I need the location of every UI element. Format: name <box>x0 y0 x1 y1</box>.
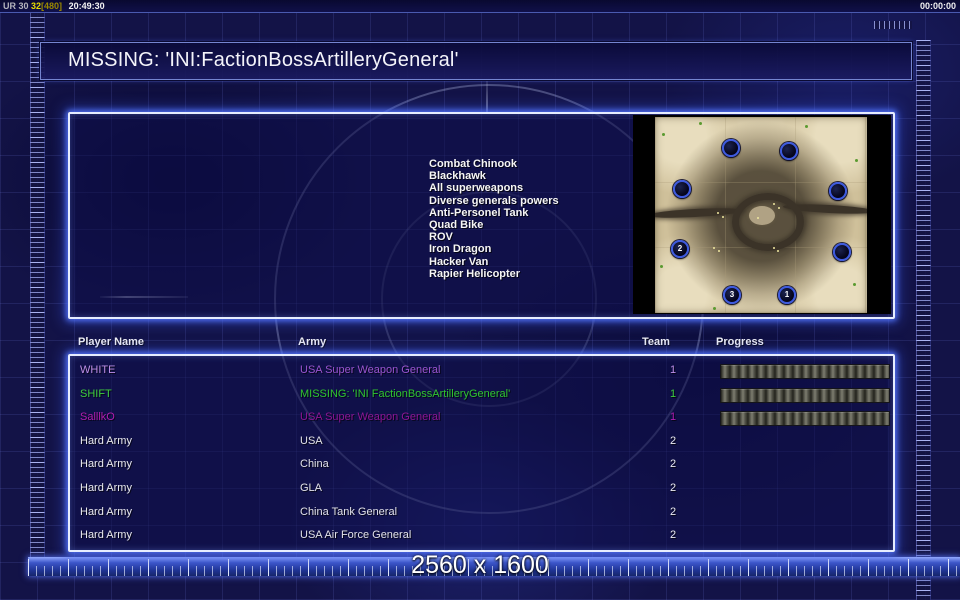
start-spot <box>722 139 740 157</box>
map-resource-dot <box>855 159 858 162</box>
feature-item: All superweapons <box>429 182 524 195</box>
system-clock: 20:49:30 <box>68 1 105 11</box>
minimap: 2 3 1 <box>655 117 867 313</box>
feature-item: Hacker Van <box>429 255 489 268</box>
start-spot: 3 <box>723 286 741 304</box>
column-header-team: Team <box>642 336 670 348</box>
map-resource-dot <box>805 125 808 128</box>
resolution-label: 2560 x 1600 <box>411 551 549 579</box>
progress-bar <box>720 364 890 379</box>
resolution-tag: [480] <box>41 1 63 11</box>
player-name: WHITE <box>80 364 116 376</box>
map-resource-dot <box>699 122 702 125</box>
player-team: 2 <box>669 505 677 518</box>
feature-item: Combat Chinook <box>429 158 517 170</box>
start-spot <box>673 180 691 198</box>
status-bar: UR 30 32[480] 20:49:30 00:00:00 <box>0 0 960 13</box>
loadscreen-title-bar: MISSING: 'INI:FactionBossArtilleryGenera… <box>40 42 912 80</box>
player-row: Hard Army GLA 2 <box>70 477 893 501</box>
column-header-army: Army <box>298 336 327 348</box>
column-header-player-name: Player Name <box>78 336 145 348</box>
map-supply-dot <box>722 216 724 218</box>
player-row: Hard Army China 2 <box>70 453 893 477</box>
player-row: Hard Army USA 2 <box>70 430 893 454</box>
feature-item: Iron Dragon <box>429 243 492 256</box>
progress-bar <box>720 387 890 403</box>
start-spot: 1 <box>778 286 796 304</box>
feature-item: Blackhawk <box>429 170 486 183</box>
player-row: SalllkO USA Super Weapon General 1 <box>70 406 893 430</box>
map-river <box>655 206 744 220</box>
start-spot <box>829 182 847 200</box>
debug-label: UR 30 <box>3 1 29 11</box>
player-row: SHIFT MISSING: 'INI FactionBossArtillery… <box>70 383 893 407</box>
player-row: WHITE USA Super Weapon General 1 <box>70 359 893 383</box>
start-spot <box>780 142 798 160</box>
player-team: 1 <box>669 411 677 424</box>
player-army: USA <box>300 434 323 447</box>
map-resource-dot <box>662 133 665 136</box>
right-ruler-strip <box>916 40 931 600</box>
fps-counter: 32 <box>31 1 42 11</box>
feature-item: ROV <box>429 231 453 244</box>
player-row: Hard Army USA Air Force General 2 <box>70 524 893 548</box>
players-table: WHITE USA Super Weapon General 1 SHIFT M… <box>68 354 895 552</box>
player-name: Hard Army <box>80 458 132 471</box>
map-supply-dot <box>773 203 775 205</box>
spot-number: 3 <box>729 290 735 299</box>
map-supply-dot <box>717 212 719 214</box>
feature-item: Anti-Personel Tank <box>429 206 529 219</box>
player-team: 2 <box>669 458 677 471</box>
minimap-panel: 2 3 1 <box>633 115 891 314</box>
briefing-panel: Combat Chinook Blackhawk All superweapon… <box>68 112 895 319</box>
map-supply-dot <box>713 247 715 249</box>
crosshair-top-line <box>486 80 488 113</box>
player-team: 1 <box>669 387 677 400</box>
column-header-progress: Progress <box>716 336 764 348</box>
map-resource-dot <box>713 307 716 310</box>
progress-bar <box>720 411 890 427</box>
player-army: USA Air Force General <box>300 529 412 542</box>
player-team: 2 <box>669 481 677 494</box>
player-row: Hard Army China Tank General 2 <box>70 501 893 525</box>
top-right-ruler-strip <box>874 21 912 29</box>
player-army: USA Super Weapon General <box>300 364 441 376</box>
player-team: 1 <box>669 364 677 376</box>
player-name: Hard Army <box>80 481 132 494</box>
map-center-island <box>749 206 775 225</box>
map-supply-dot <box>778 207 780 209</box>
start-spot <box>833 243 851 261</box>
player-army: GLA <box>300 481 323 494</box>
player-team: 2 <box>669 529 677 542</box>
match-timer: 00:00:00 <box>919 1 956 11</box>
player-name: SalllkO <box>80 411 115 424</box>
player-name: SHIFT <box>80 387 112 400</box>
feature-item: Diverse generals powers <box>429 194 559 207</box>
feature-item: Rapier Helicopter <box>429 267 521 280</box>
player-army: China Tank General <box>300 505 398 518</box>
player-name: Hard Army <box>80 505 132 518</box>
debug-readout: UR 30 32[480] 20:49:30 <box>3 0 105 12</box>
player-team: 2 <box>669 434 677 447</box>
player-army: MISSING: 'INI FactionBossArtilleryGenera… <box>300 387 511 400</box>
map-supply-dot <box>773 247 775 249</box>
table-header: Player Name Army Team Progress <box>68 336 894 352</box>
map-resource-dot <box>660 265 663 268</box>
spot-number: 2 <box>677 244 683 253</box>
player-name: Hard Army <box>80 529 132 542</box>
loadscreen-title: MISSING: 'INI:FactionBossArtilleryGenera… <box>68 49 459 71</box>
left-ruler-strip <box>30 12 45 558</box>
start-spot: 2 <box>671 240 689 258</box>
map-supply-dot <box>757 217 759 219</box>
player-name: Hard Army <box>80 434 132 447</box>
spot-number: 1 <box>784 290 790 299</box>
player-army: USA Super Weapon General <box>300 411 441 424</box>
map-supply-dot <box>777 250 779 252</box>
map-supply-dot <box>718 250 720 252</box>
map-resource-dot <box>853 283 856 286</box>
feature-list: Combat Chinook Blackhawk All superweapon… <box>429 158 559 280</box>
feature-item: Quad Bike <box>429 219 484 232</box>
player-army: China <box>300 458 329 471</box>
